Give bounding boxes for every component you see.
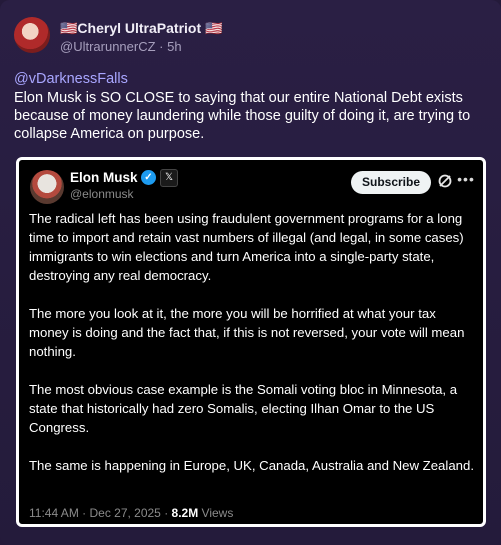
embed-paragraph: The more you look at it, the more you wi…: [29, 306, 465, 359]
verified-check-icon: ✓: [141, 170, 156, 185]
avatar[interactable]: [14, 17, 50, 53]
embedded-post[interactable]: Elon Musk ✓ 𝕏 @elonmusk Subscribe ••• Th…: [16, 157, 486, 527]
post-time[interactable]: 5h: [167, 39, 181, 54]
meta-separator: ·: [155, 39, 168, 54]
author-display-name[interactable]: 🇺🇸Cheryl UltraPatriot 🇺🇸: [60, 20, 222, 37]
embed-meta: 11:44 AM · Dec 27, 2025 · 8.2M Views: [29, 506, 233, 520]
author-handle[interactable]: @UltrarunnerCZ: [60, 39, 156, 54]
embed-handle[interactable]: @elonmusk: [70, 187, 134, 201]
x-logo-icon: 𝕏: [160, 169, 178, 187]
embed-paragraph: The most obvious case example is the Som…: [29, 382, 458, 435]
embed-timestamp[interactable]: 11:44 AM · Dec 27, 2025 ·: [29, 506, 172, 520]
grok-icon[interactable]: [437, 173, 453, 189]
embed-author-name[interactable]: Elon Musk: [70, 170, 138, 185]
more-dots-icon[interactable]: •••: [457, 170, 475, 188]
author-handle-line: @UltrarunnerCZ · 5h: [60, 39, 182, 54]
embed-body: The radical left has been using fraudule…: [29, 209, 479, 494]
embed-paragraph: The radical left has been using fraudule…: [29, 211, 464, 283]
views-count: 8.2M: [171, 506, 199, 520]
embed-avatar[interactable]: [30, 170, 64, 204]
views-label: Views: [198, 506, 234, 520]
post-text: Elon Musk is SO CLOSE to saying that our…: [14, 90, 471, 142]
mention-link[interactable]: @vDarknessFalls: [14, 71, 128, 87]
subscribe-button[interactable]: Subscribe: [351, 171, 431, 194]
embed-paragraph: The same is happening in Europe, UK, Can…: [29, 458, 474, 473]
post-card: 🇺🇸Cheryl UltraPatriot 🇺🇸 @UltrarunnerCZ …: [0, 0, 501, 545]
